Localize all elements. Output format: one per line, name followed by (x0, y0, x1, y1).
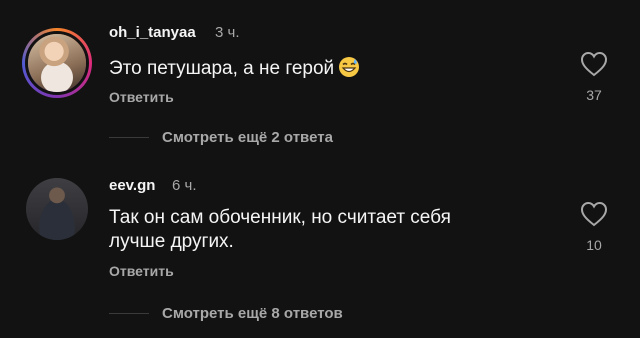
divider-line (109, 313, 149, 314)
like-count: 37 (586, 87, 602, 103)
view-more-replies-label: Смотреть ещё 8 ответов (162, 305, 343, 322)
avatar (28, 34, 86, 92)
comment-time: 3 ч. (215, 24, 240, 41)
view-more-replies-button[interactable]: Смотреть ещё 8 ответов (109, 305, 343, 322)
view-more-replies-button[interactable]: Смотреть ещё 2 ответа (109, 129, 333, 146)
comment-text: Это петушара, а не герой (109, 56, 360, 85)
view-more-replies-label: Смотреть ещё 2 ответа (162, 129, 333, 146)
comment-text-body: Это петушара, а не герой (109, 58, 335, 79)
like-heart-icon[interactable] (580, 51, 608, 77)
divider-line (109, 137, 149, 138)
avatar-photo (26, 178, 88, 240)
comment-time: 6 ч. (172, 177, 197, 194)
avatar[interactable] (26, 178, 88, 240)
grinning-sweat-emoji-icon (338, 56, 360, 85)
comment-username[interactable]: eev.gn (109, 177, 155, 194)
like-heart-icon[interactable] (580, 201, 608, 227)
comment-username[interactable]: oh_i_tanyaa (109, 24, 196, 41)
reply-button[interactable]: Ответить (109, 89, 174, 105)
avatar-story-ring[interactable] (22, 28, 92, 98)
like-count: 10 (586, 237, 602, 253)
reply-button[interactable]: Ответить (109, 263, 174, 279)
comment-text-line: лучше других. (109, 231, 234, 252)
comment-text: Так он сам обоченник, но считает себя лу… (109, 206, 451, 254)
comment-text-line: Так он сам обоченник, но считает себя (109, 207, 451, 228)
